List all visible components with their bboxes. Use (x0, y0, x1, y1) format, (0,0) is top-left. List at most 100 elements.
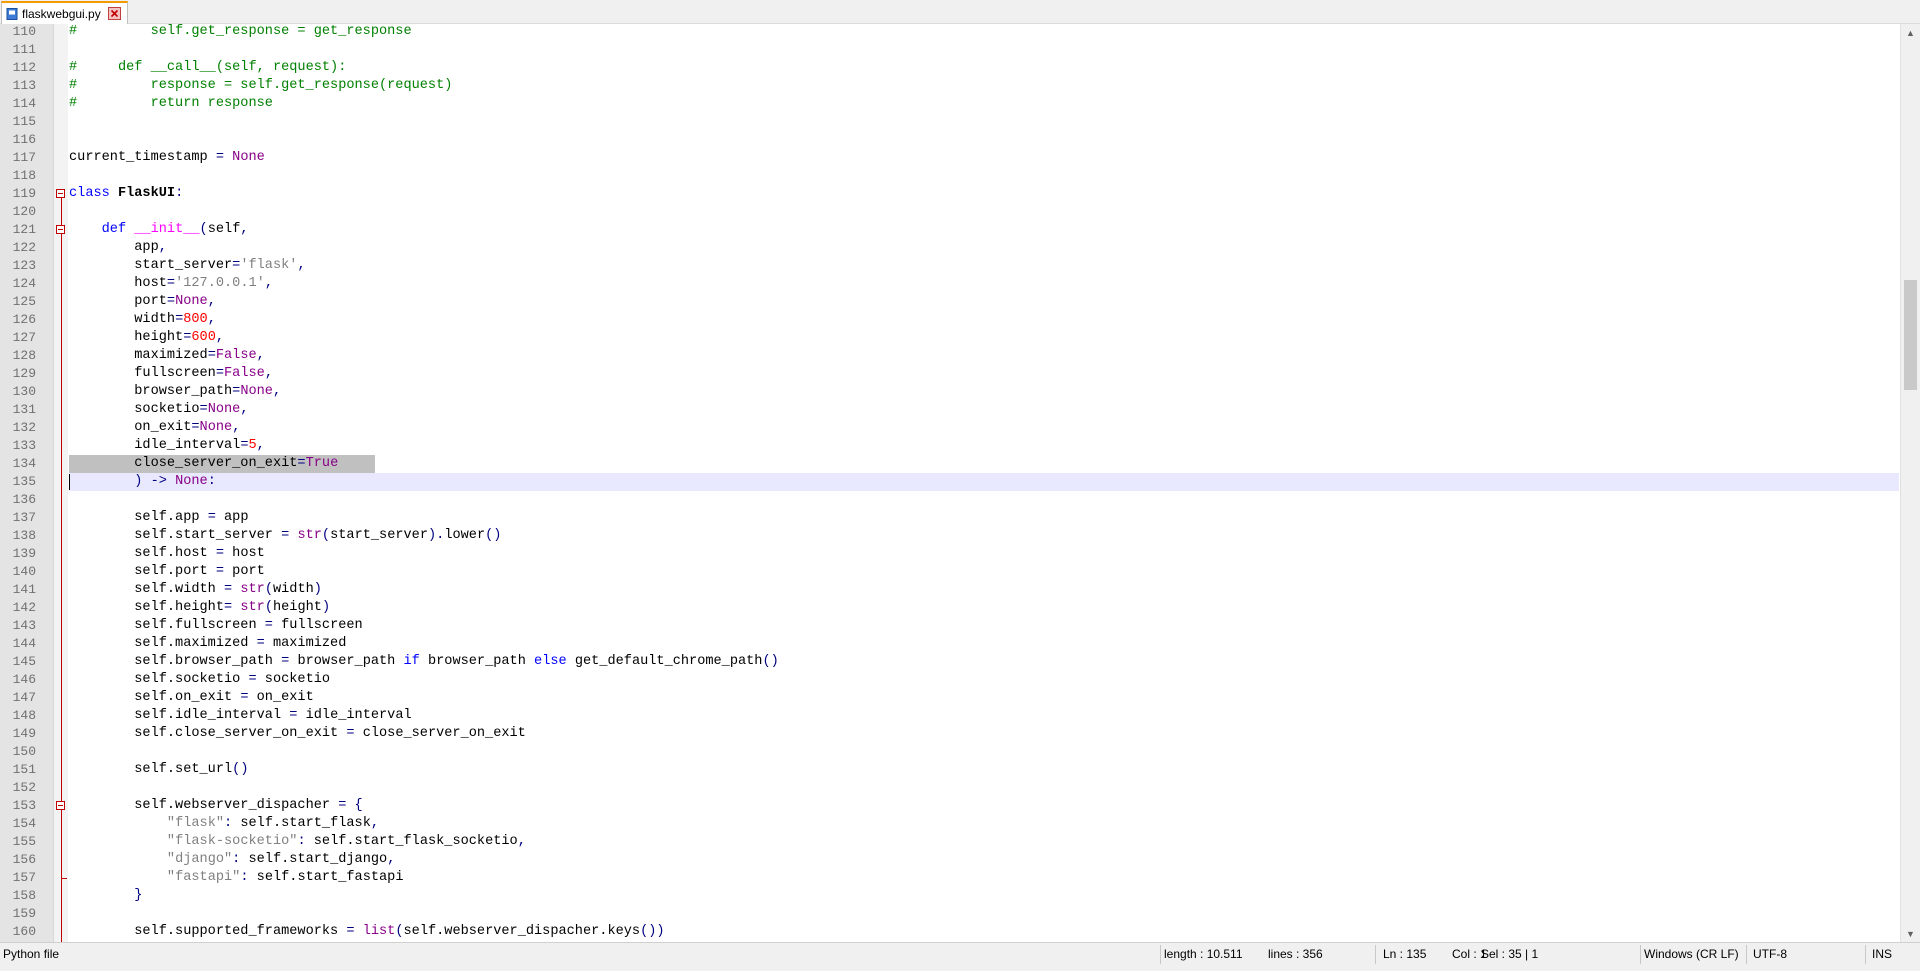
code-line[interactable]: 118 (0, 167, 1900, 185)
code-line[interactable]: 131 socketio=None, (0, 401, 1900, 419)
code-text[interactable]: self.socketio = socketio (69, 671, 330, 689)
code-text[interactable]: maximized=False, (69, 347, 265, 365)
code-text[interactable]: self.webserver_dispacher = { (69, 797, 362, 815)
tab-flaskwebgui[interactable]: flaskwebgui.py (1, 1, 128, 24)
code-line[interactable]: 121 def __init__(self, (0, 221, 1900, 239)
code-line[interactable]: 154 "flask": self.start_flask, (0, 815, 1900, 833)
code-text[interactable]: host='127.0.0.1', (69, 275, 273, 293)
code-line[interactable]: 147 self.on_exit = on_exit (0, 689, 1900, 707)
code-line[interactable]: 151 self.set_url() (0, 761, 1900, 779)
code-text[interactable]: "fastapi": self.start_fastapi (69, 869, 404, 887)
status-eol[interactable]: Windows (CR LF) (1644, 943, 1739, 966)
code-text[interactable]: self.fullscreen = fullscreen (69, 617, 362, 635)
code-line[interactable]: 158 } (0, 887, 1900, 905)
code-line[interactable]: 111 (0, 41, 1900, 59)
code-text[interactable]: "flask-socketio": self.start_flask_socke… (69, 833, 526, 851)
code-text[interactable]: class FlaskUI: (69, 185, 183, 203)
code-text[interactable]: self.port = port (69, 563, 265, 581)
code-line[interactable]: 148 self.idle_interval = idle_interval (0, 707, 1900, 725)
code-line[interactable]: 115 (0, 113, 1900, 131)
code-line[interactable]: 139 self.host = host (0, 545, 1900, 563)
code-text[interactable]: idle_interval=5, (69, 437, 265, 455)
code-line[interactable]: 160 self.supported_frameworks = list(sel… (0, 923, 1900, 941)
code-line[interactable]: 129 fullscreen=False, (0, 365, 1900, 383)
code-line[interactable]: 126 width=800, (0, 311, 1900, 329)
code-text[interactable]: # def __call__(self, request): (69, 59, 346, 77)
code-line[interactable]: 122 app, (0, 239, 1900, 257)
code-text[interactable]: self.browser_path = browser_path if brow… (69, 653, 779, 671)
code-line[interactable]: 124 host='127.0.0.1', (0, 275, 1900, 293)
code-line[interactable]: 120 (0, 203, 1900, 221)
code-line[interactable]: 117 current_timestamp = None (0, 149, 1900, 167)
status-mode[interactable]: INS (1872, 943, 1892, 966)
code-text[interactable]: self.height= str(height) (69, 599, 330, 617)
code-editor[interactable]: 110 # self.get_response = get_response 111… (0, 24, 1920, 942)
code-line[interactable]: 130 browser_path=None, (0, 383, 1900, 401)
code-text[interactable]: self.close_server_on_exit = close_server… (69, 725, 526, 743)
code-line[interactable]: 128 maximized=False, (0, 347, 1900, 365)
code-text[interactable]: } (69, 887, 142, 905)
code-line[interactable]: 155 "flask-socketio": self.start_flask_s… (0, 833, 1900, 851)
scrollbar-thumb[interactable] (1904, 280, 1917, 390)
code-text[interactable]: fullscreen=False, (69, 365, 273, 383)
code-text[interactable]: self.start_server = str(start_server).lo… (69, 527, 501, 545)
code-text[interactable]: height=600, (69, 329, 224, 347)
code-line[interactable]: 132 on_exit=None, (0, 419, 1900, 437)
code-text[interactable]: # return response (69, 95, 273, 113)
code-line[interactable]: 123 start_server='flask', (0, 257, 1900, 275)
code-line[interactable]: 138 self.start_server = str(start_server… (0, 527, 1900, 545)
code-line[interactable]: 133 idle_interval=5, (0, 437, 1900, 455)
code-text[interactable]: self.idle_interval = idle_interval (69, 707, 411, 725)
code-text[interactable]: self.host = host (69, 545, 265, 563)
status-encoding[interactable]: UTF-8 (1753, 943, 1787, 966)
code-line[interactable]: 150 (0, 743, 1900, 761)
code-text[interactable]: self.on_exit = on_exit (69, 689, 314, 707)
code-line[interactable]: 141 self.width = str(width) (0, 581, 1900, 599)
code-text[interactable]: self.app = app (69, 509, 248, 527)
code-text[interactable]: start_server='flask', (69, 257, 305, 275)
code-line[interactable]: 157 "fastapi": self.start_fastapi (0, 869, 1900, 887)
code-text[interactable]: def __init__(self, (69, 221, 249, 239)
code-line[interactable]: 146 self.socketio = socketio (0, 671, 1900, 689)
code-text[interactable]: self.supported_frameworks = list(self.we… (69, 923, 664, 941)
code-line[interactable]: 135 ) -> None: (0, 473, 1900, 491)
fold-toggle-icon[interactable] (56, 801, 65, 810)
code-line[interactable]: 149 self.close_server_on_exit = close_se… (0, 725, 1900, 743)
code-text[interactable]: self.width = str(width) (69, 581, 322, 599)
code-text[interactable]: self.set_url() (69, 761, 248, 779)
code-line[interactable]: 112 # def __call__(self, request): (0, 59, 1900, 77)
code-text[interactable]: # response = self.get_response(request) (69, 77, 452, 95)
code-text[interactable]: close_server_on_exit=True (69, 455, 338, 473)
code-line[interactable]: 143 self.fullscreen = fullscreen (0, 617, 1900, 635)
code-text[interactable]: current_timestamp = None (69, 149, 265, 167)
code-line[interactable]: 136 (0, 491, 1900, 509)
code-line[interactable]: 110 # self.get_response = get_response (0, 24, 1900, 41)
code-line[interactable]: 153 self.webserver_dispacher = { (0, 797, 1900, 815)
code-line[interactable]: 137 self.app = app (0, 509, 1900, 527)
code-text[interactable]: "flask": self.start_flask, (69, 815, 379, 833)
code-text[interactable]: socketio=None, (69, 401, 248, 419)
fold-toggle-icon[interactable] (56, 225, 65, 234)
code-text[interactable]: # self.get_response = get_response (69, 24, 412, 41)
code-line[interactable]: 145 self.browser_path = browser_path if … (0, 653, 1900, 671)
code-line[interactable]: 134 close_server_on_exit=True (0, 455, 1900, 473)
close-icon[interactable] (107, 7, 121, 20)
code-text[interactable]: width=800, (69, 311, 216, 329)
code-text[interactable]: "django": self.start_django, (69, 851, 395, 869)
code-line[interactable]: 119 class FlaskUI: (0, 185, 1900, 203)
code-text[interactable]: on_exit=None, (69, 419, 240, 437)
chevron-up-icon[interactable]: ▲ (1901, 24, 1920, 41)
code-text[interactable]: browser_path=None, (69, 383, 281, 401)
code-line[interactable]: 152 (0, 779, 1900, 797)
vertical-scrollbar[interactable]: ▲ ▼ (1900, 24, 1920, 942)
fold-toggle-icon[interactable] (56, 189, 65, 198)
code-text[interactable]: self.maximized = maximized (69, 635, 346, 653)
code-line[interactable]: 159 (0, 905, 1900, 923)
code-line[interactable]: 114 # return response (0, 95, 1900, 113)
code-text[interactable]: port=None, (69, 293, 216, 311)
code-line[interactable]: 116 (0, 131, 1900, 149)
code-line[interactable]: 144 self.maximized = maximized (0, 635, 1900, 653)
code-line[interactable]: 140 self.port = port (0, 563, 1900, 581)
code-text[interactable]: app, (69, 239, 167, 257)
code-line[interactable]: 125 port=None, (0, 293, 1900, 311)
